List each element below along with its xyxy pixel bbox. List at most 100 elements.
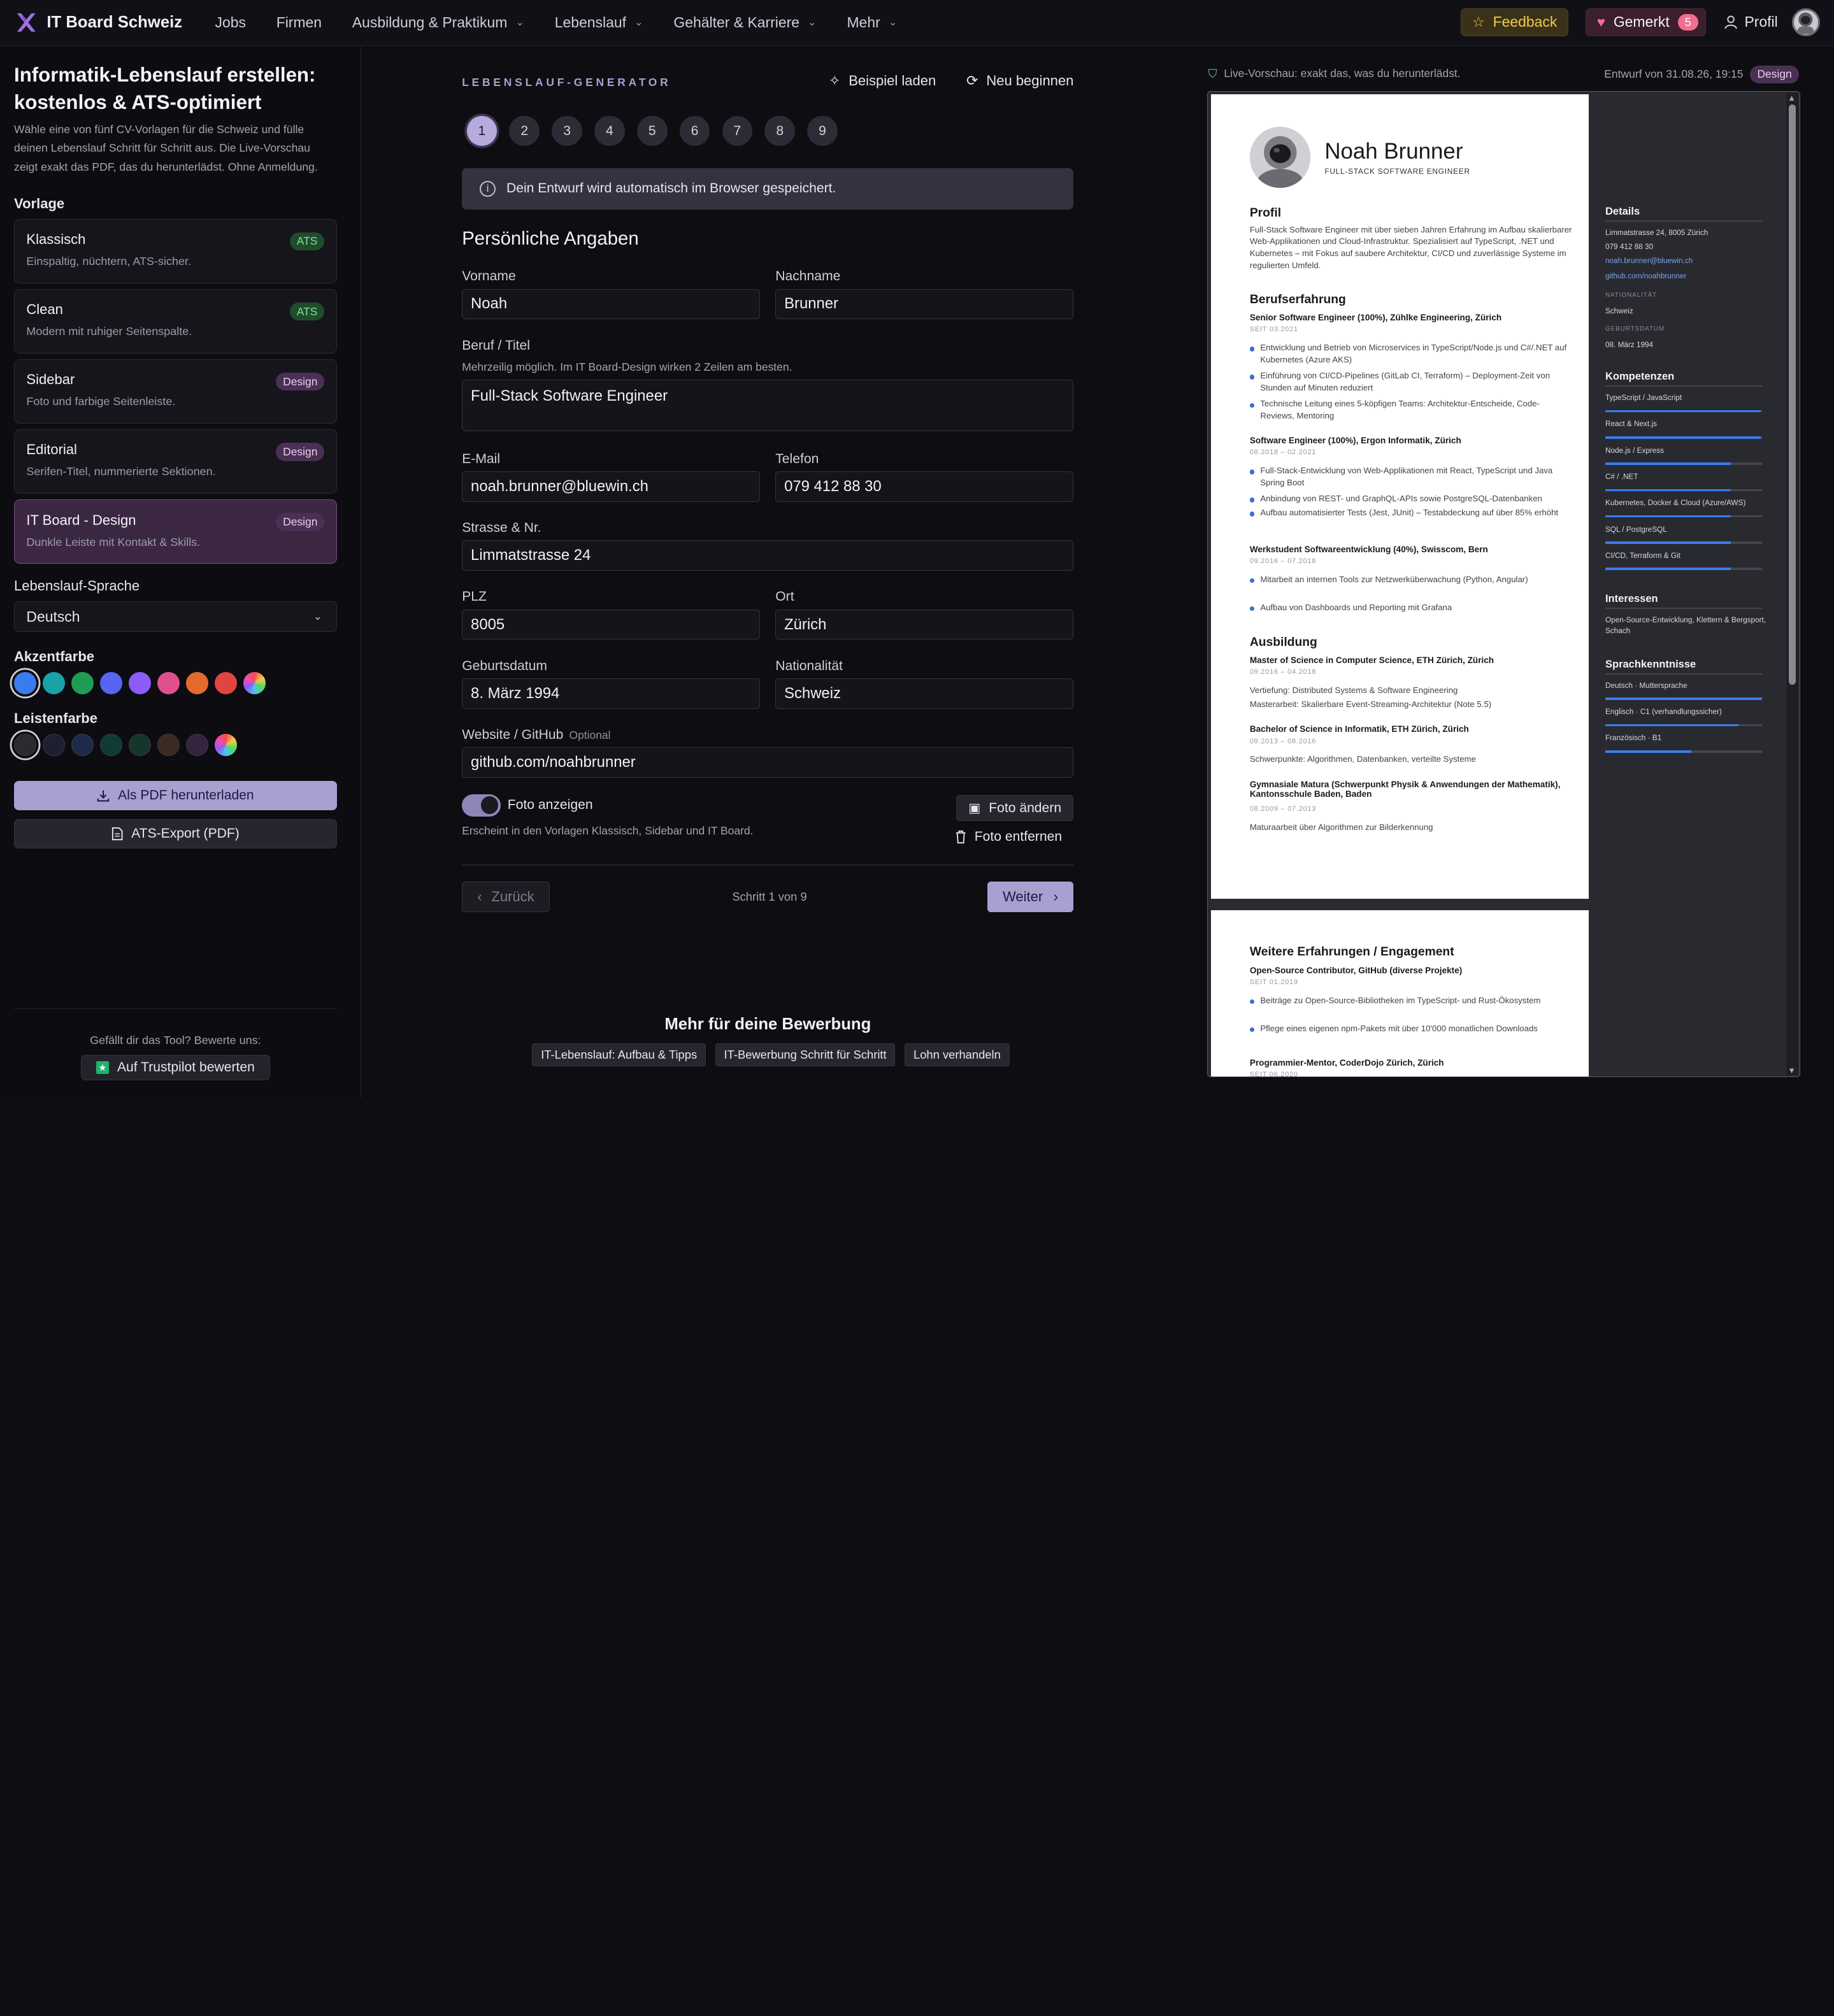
restart-button[interactable]: ⟳ Neu beginnen [966, 73, 1073, 89]
back-button[interactable]: ‹ Zurück [462, 882, 550, 913]
remove-photo-button[interactable]: Foto entfernen [955, 829, 1062, 845]
profile-link[interactable]: Profil [1724, 13, 1778, 31]
nav-item-label: Lebenslauf [554, 13, 626, 31]
load-example-button[interactable]: ✧ Beispiel laden [829, 73, 936, 89]
template-card-it-board-design[interactable]: IT Board - Design Dunkle Leiste mit Konta… [14, 499, 337, 564]
template-card-clean[interactable]: Clean Modern mit ruhiger Seitenspalte. ATS [14, 289, 337, 354]
nav-item-geh-lter-karriere[interactable]: Gehälter & Karriere ⌄ [673, 14, 816, 31]
accent-color-swatch[interactable] [43, 671, 65, 694]
nationalitaet-input[interactable]: Schweiz [775, 678, 1074, 709]
accent-color-swatch[interactable] [71, 671, 94, 694]
step-8[interactable]: 8 [764, 115, 796, 147]
geburtsdatum-input[interactable]: 8. März 1994 [462, 678, 761, 709]
top-navigation: IT Board Schweiz Jobs Firmen Ausbildung & … [0, 0, 1834, 46]
feedback-button[interactable]: ☆ Feedback [1461, 8, 1568, 36]
bar-color-swatch[interactable] [14, 734, 36, 757]
trustpilot-button[interactable]: ★ Auf Trustpilot bewerten [80, 1055, 271, 1081]
nav-item-jobs[interactable]: Jobs [215, 14, 246, 31]
cv-edu-role: Master of Science in Computer Science, E… [1249, 655, 1494, 666]
related-link[interactable]: IT-Bewerbung Schritt für Schritt [715, 1043, 896, 1067]
cv-language-name: Französisch · B1 [1605, 734, 1662, 743]
download-pdf-button[interactable]: Als PDF herunterladen [14, 780, 337, 810]
foto-toggle[interactable]: Foto anzeigen [462, 794, 593, 817]
accent-color-custom-swatch[interactable] [243, 671, 266, 694]
step-3[interactable]: 3 [552, 115, 582, 147]
bar-color-swatch[interactable] [185, 734, 208, 757]
step-6[interactable]: 6 [679, 115, 710, 147]
accent-color-swatch[interactable] [99, 671, 122, 694]
nav-item-ausbildung-praktikum[interactable]: Ausbildung & Praktikum ⌄ [352, 14, 524, 31]
cv-sidebar [1589, 910, 1779, 1076]
template-label: Vorlage [14, 195, 65, 211]
pdf-preview-frame[interactable]: Details Limmatstrasse 24, 8005 Zürich 079 … [1207, 91, 1800, 1077]
step-2[interactable]: 2 [509, 115, 540, 147]
step-5[interactable]: 5 [636, 115, 668, 147]
ats-export-button[interactable]: ATS-Export (PDF) [14, 819, 337, 849]
avatar[interactable] [1791, 8, 1820, 36]
website-input[interactable]: github.com/noahbrunner [462, 747, 1074, 778]
bar-color-swatch[interactable] [128, 734, 151, 757]
app-root: IT Board Schweiz Jobs Firmen Ausbildung & … [0, 0, 1834, 1098]
template-card-editorial[interactable]: Editorial Serifen-Titel, nummerierte Sekt… [14, 429, 337, 494]
bar-color-custom-swatch[interactable] [214, 734, 237, 757]
saved-jobs-button[interactable]: ♥ Gemerkt 5 [1586, 8, 1706, 36]
change-photo-button[interactable]: ▣ Foto ändern [956, 795, 1074, 821]
cv-phone: 079 412 88 30 [1605, 243, 1654, 252]
cv-details-heading: Details [1605, 205, 1640, 218]
step-7[interactable]: 7 [722, 115, 753, 147]
email-field: E-Mail noah.brunner@bluewin.ch [462, 452, 761, 502]
nachname-input[interactable]: Brunner [775, 289, 1074, 320]
cv-nationality: Schweiz [1605, 307, 1633, 316]
accent-color-swatch[interactable] [157, 671, 180, 694]
cv-edu-date: 08.2009 – 07.2013 [1249, 805, 1317, 813]
telefon-input[interactable]: 079 412 88 30 [775, 471, 1074, 502]
accent-color-swatch[interactable] [128, 671, 151, 694]
astronaut-icon [1249, 127, 1311, 188]
language-select[interactable]: Deutsch ⌄ [14, 601, 337, 632]
next-button[interactable]: Weiter › [987, 882, 1074, 913]
template-card-klassisch[interactable]: Klassisch Einspaltig, nüchtern, ATS-siche… [14, 218, 337, 283]
step-indicator: 123456789 [466, 115, 850, 147]
ort-input[interactable]: Zürich [775, 609, 1074, 640]
foto-switch[interactable] [462, 794, 501, 817]
beruf-textarea[interactable]: Full-Stack Software Engineer [462, 379, 1074, 431]
live-preview-text: Live-Vorschau: exakt das, was du herunte… [1224, 67, 1461, 80]
plz-label: PLZ [462, 589, 487, 604]
nationalitaet-field: Nationalität Schweiz [775, 658, 1074, 709]
template-card-sidebar[interactable]: Sidebar Foto und farbige Seitenleiste. Des… [14, 359, 337, 424]
related-link[interactable]: Lohn verhandeln [905, 1043, 1010, 1067]
strasse-input[interactable]: Limmatstrasse 24 [462, 540, 1074, 571]
logo[interactable]: IT Board Schweiz [14, 10, 182, 35]
vorname-input[interactable]: Noah [462, 289, 761, 320]
nationalitaet-label: Nationalität [775, 658, 843, 673]
nav-item-lebenslauf[interactable]: Lebenslauf ⌄ [555, 14, 643, 31]
nav-item-firmen[interactable]: Firmen [276, 14, 322, 31]
accent-color-swatch[interactable] [14, 671, 36, 694]
cv-skill-bar [1605, 515, 1762, 518]
bar-color-swatch[interactable] [43, 734, 65, 757]
bar-color-swatch[interactable] [71, 734, 94, 757]
nav-item-label: Mehr [847, 13, 880, 31]
saved-count-badge: 5 [1677, 14, 1698, 31]
scrollbar-thumb[interactable] [1789, 104, 1796, 685]
geburtsdatum-label: Geburtsdatum [462, 658, 547, 673]
step-4[interactable]: 4 [594, 115, 625, 147]
plz-input[interactable]: 8005 [462, 609, 761, 640]
preview-scrollbar[interactable]: ▲ ▼ [1786, 93, 1798, 1076]
accent-color-swatch[interactable] [214, 671, 237, 694]
cv-name: Noah Brunner [1324, 138, 1463, 164]
accent-color-picker [14, 671, 347, 694]
step-1[interactable]: 1 [466, 115, 498, 147]
bar-color-swatch[interactable] [99, 734, 122, 757]
template-name: Clean [26, 301, 63, 318]
bar-color-swatch[interactable] [157, 734, 180, 757]
star-icon: ☆ [1472, 13, 1485, 30]
cv-profile-text: Full-Stack Software Engineer mit über si… [1249, 224, 1572, 270]
step-9[interactable]: 9 [807, 115, 838, 147]
accent-color-swatch[interactable] [185, 671, 208, 694]
related-link[interactable]: IT-Lebenslauf: Aufbau & Tipps [532, 1043, 706, 1067]
optional-label: Optional [569, 728, 611, 741]
live-preview-note: ⛉ Live-Vorschau: exakt das, was du herun… [1208, 67, 1461, 81]
email-input[interactable]: noah.brunner@bluewin.ch [462, 471, 761, 502]
nav-item-mehr[interactable]: Mehr ⌄ [847, 14, 897, 31]
